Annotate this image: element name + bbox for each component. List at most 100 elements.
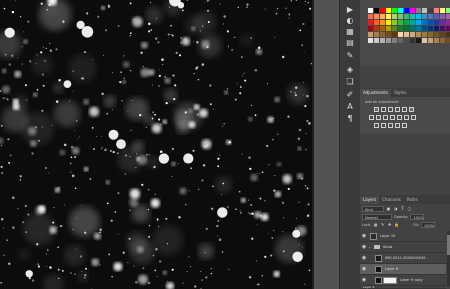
swatch[interactable] — [374, 32, 379, 37]
swatch[interactable] — [380, 26, 385, 31]
swatch[interactable] — [374, 8, 379, 13]
swatch[interactable] — [422, 14, 427, 19]
swatch[interactable] — [392, 32, 397, 37]
swatch[interactable] — [428, 14, 433, 19]
swatch[interactable] — [422, 38, 427, 43]
swatch[interactable] — [404, 38, 409, 43]
swatch[interactable] — [404, 8, 409, 13]
layer-mask-thumbnail[interactable] — [383, 276, 397, 284]
brightness-icon[interactable]: ☼ — [374, 107, 379, 112]
tab-channels[interactable]: Channels — [379, 196, 404, 204]
gradient-icon[interactable] — [402, 123, 407, 128]
posterize-icon[interactable] — [381, 123, 386, 128]
swatch[interactable] — [392, 20, 397, 25]
swatch[interactable] — [392, 8, 397, 13]
swatch[interactable] — [416, 20, 421, 25]
filter-shape-icon[interactable]: ▢ — [407, 206, 412, 212]
paragraph-icon[interactable]: ¶ — [343, 113, 357, 125]
tab-adjustments[interactable]: Adjustments — [360, 89, 392, 97]
balance-icon[interactable] — [376, 115, 381, 120]
eye-icon[interactable]: ◉ — [361, 266, 367, 272]
swatch[interactable] — [380, 38, 385, 43]
swatch[interactable] — [428, 38, 433, 43]
swatch[interactable] — [386, 32, 391, 37]
swatch[interactable] — [368, 14, 373, 19]
tab-layers[interactable]: Layers — [360, 196, 380, 204]
swatch[interactable] — [428, 32, 433, 37]
swatch[interactable] — [410, 26, 415, 31]
swatch[interactable] — [386, 26, 391, 31]
hue-icon[interactable] — [369, 115, 374, 120]
layer-filter-select[interactable]: Kind — [362, 206, 384, 212]
layer-group-row[interactable]: ◉ ⌄ Snow — [360, 242, 446, 253]
swatch[interactable] — [434, 14, 439, 19]
swatch[interactable] — [410, 14, 415, 19]
swatch[interactable] — [368, 20, 373, 25]
brush-icon[interactable]: ✐ — [343, 89, 357, 101]
swatch[interactable] — [410, 20, 415, 25]
swatch[interactable] — [404, 32, 409, 37]
swatch[interactable] — [434, 26, 439, 31]
eye-icon[interactable]: ◉ — [361, 255, 367, 261]
swatch[interactable] — [446, 38, 450, 43]
swatch[interactable] — [404, 26, 409, 31]
eye-icon[interactable]: ◉ — [361, 244, 367, 250]
mixer-icon[interactable] — [397, 115, 402, 120]
swatch[interactable] — [380, 20, 385, 25]
filter-adjust-icon[interactable]: ◑ — [393, 206, 398, 212]
swatch[interactable] — [398, 8, 403, 13]
swatch[interactable] — [380, 14, 385, 19]
swatch[interactable] — [440, 26, 445, 31]
swatch[interactable] — [386, 8, 391, 13]
lock-transparency-icon[interactable]: ▦ — [373, 222, 378, 228]
document-canvas[interactable] — [0, 0, 312, 289]
swatch[interactable] — [368, 38, 373, 43]
swatch[interactable] — [410, 8, 415, 13]
swatch[interactable] — [392, 14, 397, 19]
swatch[interactable] — [440, 32, 445, 37]
levels-icon[interactable] — [381, 107, 386, 112]
swatch[interactable] — [416, 8, 421, 13]
swatch[interactable] — [428, 20, 433, 25]
character-icon[interactable]: A — [343, 101, 357, 113]
tab-styles[interactable]: Styles — [391, 89, 409, 97]
layer-row[interactable]: ◉ Layer 10 — [360, 231, 446, 242]
paths-icon[interactable]: ✎ — [343, 50, 357, 62]
swatch[interactable] — [404, 14, 409, 19]
chevron-down-icon[interactable]: ⌄ — [368, 245, 371, 249]
swatch[interactable] — [398, 20, 403, 25]
swatch[interactable] — [446, 26, 450, 31]
swatch[interactable] — [422, 8, 427, 13]
swatch[interactable] — [416, 14, 421, 19]
swatch[interactable] — [368, 26, 373, 31]
swatch[interactable] — [446, 32, 450, 37]
curves-icon[interactable] — [388, 107, 393, 112]
swatch[interactable] — [398, 38, 403, 43]
photo-filter-icon[interactable] — [390, 115, 395, 120]
threshold-icon[interactable] — [388, 123, 393, 128]
vibrance-icon[interactable]: ▽ — [409, 107, 414, 112]
swatch[interactable] — [392, 38, 397, 43]
filter-type-icon[interactable]: T — [400, 206, 405, 212]
invert-icon[interactable] — [374, 123, 379, 128]
swatch[interactable] — [446, 20, 450, 25]
styles-icon[interactable]: ◈ — [343, 64, 357, 76]
swatch[interactable] — [410, 32, 415, 37]
exposure-icon[interactable] — [395, 107, 400, 112]
swatch[interactable] — [398, 32, 403, 37]
gradient-map-icon[interactable] — [402, 107, 407, 112]
eye-icon[interactable]: ◉ — [361, 233, 367, 239]
tab-paths[interactable]: Paths — [404, 196, 421, 204]
swatch[interactable] — [434, 38, 439, 43]
grid-icon[interactable] — [411, 115, 416, 120]
swatch[interactable] — [380, 32, 385, 37]
swatch[interactable] — [404, 20, 409, 25]
swatch[interactable] — [440, 20, 445, 25]
selective-icon[interactable] — [395, 123, 400, 128]
swatch[interactable] — [434, 20, 439, 25]
swatch[interactable] — [374, 14, 379, 19]
lock-brush-icon[interactable]: ✎ — [380, 222, 385, 228]
swatch[interactable] — [434, 8, 439, 13]
lookup-icon[interactable] — [404, 115, 409, 120]
swatch[interactable] — [446, 14, 450, 19]
